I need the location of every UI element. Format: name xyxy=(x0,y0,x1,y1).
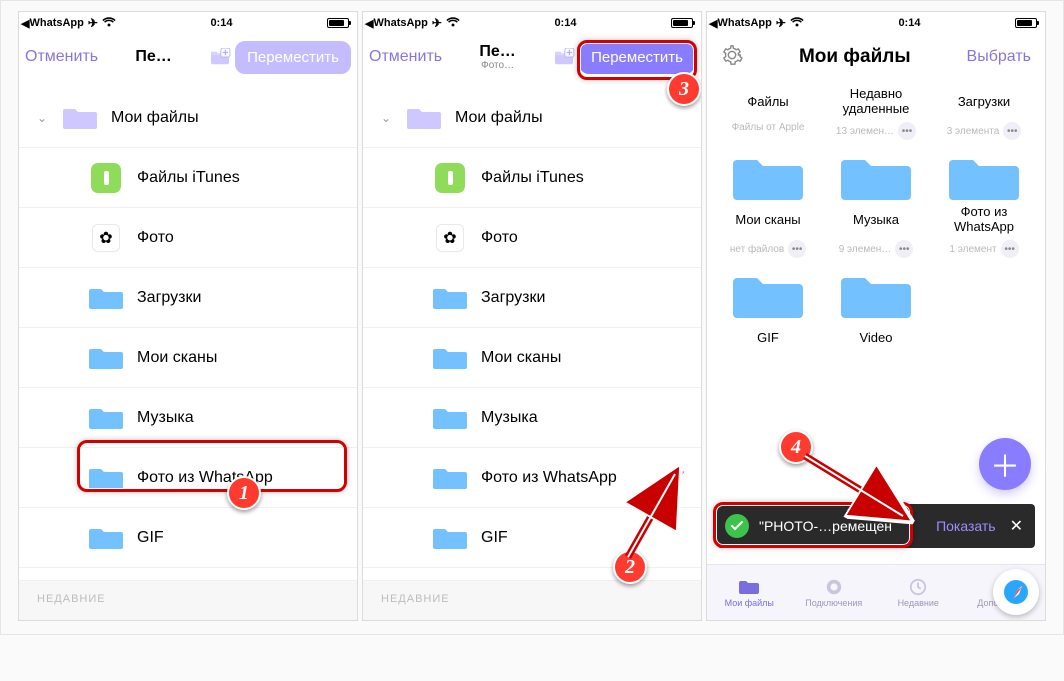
grid-card-whatsapp-photo[interactable]: Фото из WhatsApp 1 элемент••• xyxy=(933,146,1035,258)
folder-row-photo[interactable]: ✿ Фото xyxy=(363,208,701,268)
tab-my-files[interactable]: Мои файлы xyxy=(707,565,792,620)
folder-row-itunes[interactable]: Файлы iTunes xyxy=(19,148,357,208)
itunes-icon xyxy=(435,163,465,193)
status-bar: ◀WhatsApp ✈ 0:14 xyxy=(19,12,357,32)
toast-show-button[interactable]: Показать xyxy=(936,518,996,534)
folder-row-gif[interactable]: GIF xyxy=(19,508,357,568)
airplane-icon: ✈ xyxy=(776,16,786,30)
toast-message: "PHOTO-…ремещен xyxy=(759,518,926,534)
root-folder-row[interactable]: ⌄ Мои файлы xyxy=(363,88,701,148)
folder-row-whatsapp-photo[interactable]: Фото из WhatsApp xyxy=(19,448,357,508)
grid-card-recently-deleted[interactable]: Недавно удаленные 13 элемен…••• xyxy=(825,82,927,140)
grid-card-gif[interactable]: GIF xyxy=(717,264,819,354)
battery-icon xyxy=(327,18,349,28)
plus-icon: ＋ xyxy=(990,442,1020,486)
wifi-icon xyxy=(824,578,844,596)
folder-tree: ⌄ Мои файлы Файлы iTunes ✿ Фото Загрузки… xyxy=(19,82,357,580)
photos-icon: ✿ xyxy=(92,224,120,252)
chevron-down-icon: ⌄ xyxy=(381,111,393,125)
toolbar: Отменить Пе… Фото… Переместить xyxy=(363,32,701,82)
success-icon xyxy=(725,514,749,538)
folder-row-whatsapp-photo[interactable]: Фото из WhatsApp ✓ xyxy=(363,448,701,508)
screen-3: ◀WhatsApp ✈ 0:14 Мои файлы Выбрать Файлы… xyxy=(706,11,1046,621)
tab-recent[interactable]: Недавние xyxy=(876,565,961,620)
move-button[interactable]: Переместить xyxy=(235,41,351,74)
back-to-app[interactable]: ◀WhatsApp xyxy=(21,17,84,30)
itunes-icon xyxy=(91,163,121,193)
airplane-icon: ✈ xyxy=(88,16,98,30)
check-icon: ✓ xyxy=(672,467,687,488)
cancel-button[interactable]: Отменить xyxy=(369,48,442,66)
tab-connections[interactable]: Подключения xyxy=(792,565,877,620)
back-to-app[interactable]: ◀WhatsApp xyxy=(709,17,772,30)
folder-tree: ⌄ Мои файлы Файлы iTunes ✿ Фото Загрузки… xyxy=(363,82,701,580)
folder-row-downloads[interactable]: Загрузки xyxy=(19,268,357,328)
airplane-icon: ✈ xyxy=(432,16,442,30)
folder-row-gif[interactable]: GIF xyxy=(363,508,701,568)
page-title: Мои файлы xyxy=(799,46,911,68)
recent-section-header: НЕДАВНИЕ xyxy=(363,580,701,620)
root-folder-row[interactable]: ⌄ Мои файлы xyxy=(19,88,357,148)
more-icon[interactable]: ••• xyxy=(1003,122,1021,140)
folder-row-itunes[interactable]: Файлы iTunes xyxy=(363,148,701,208)
grid-card-scans[interactable]: Мои сканы нет файлов••• xyxy=(717,146,819,258)
folder-row-music[interactable]: Музыка xyxy=(19,388,357,448)
more-icon[interactable]: ••• xyxy=(788,240,806,258)
back-to-app[interactable]: ◀WhatsApp xyxy=(365,17,428,30)
more-icon[interactable]: ••• xyxy=(1001,240,1019,258)
title: Пе… xyxy=(102,48,205,66)
wifi-icon xyxy=(446,16,460,30)
status-bar: ◀WhatsApp ✈ 0:14 xyxy=(363,12,701,32)
folder-grid: Файлы Файлы от Apple Недавно удаленные 1… xyxy=(707,82,1045,354)
grid-card-video[interactable]: Video xyxy=(825,264,927,354)
recent-section-header: НЕДАВНИЕ xyxy=(19,580,357,620)
folder-row-downloads[interactable]: Загрузки xyxy=(363,268,701,328)
status-time: 0:14 xyxy=(210,17,232,29)
title: Пе… Фото… xyxy=(446,43,549,72)
folder-row-scans[interactable]: Мои сканы xyxy=(19,328,357,388)
compass-icon xyxy=(1002,578,1030,606)
browser-button[interactable] xyxy=(993,569,1039,615)
folder-row-scans[interactable]: Мои сканы xyxy=(363,328,701,388)
status-time: 0:14 xyxy=(554,17,576,29)
settings-button[interactable] xyxy=(721,44,743,71)
grid-card-files[interactable]: Файлы Файлы от Apple xyxy=(717,82,819,140)
toast-close-button[interactable]: ✕ xyxy=(1006,516,1027,536)
chevron-down-icon: ⌄ xyxy=(37,111,49,125)
add-button[interactable]: ＋ xyxy=(979,438,1031,490)
more-icon[interactable]: ••• xyxy=(898,122,916,140)
photos-icon: ✿ xyxy=(436,224,464,252)
wifi-icon xyxy=(790,16,804,30)
gear-icon xyxy=(721,44,743,66)
folder-row-photo[interactable]: ✿ Фото xyxy=(19,208,357,268)
toast: "PHOTO-…ремещен Показать ✕ xyxy=(717,504,1035,548)
select-button[interactable]: Выбрать xyxy=(967,48,1031,66)
screen-2: ◀WhatsApp ✈ 0:14 Отменить Пе… Фото… Пере… xyxy=(362,11,702,621)
toolbar: Отменить Пе… Переместить xyxy=(19,32,357,82)
grid-card-downloads[interactable]: Загрузки 3 элемента••• xyxy=(933,82,1035,140)
toolbar: Мои файлы Выбрать xyxy=(707,32,1045,82)
more-icon[interactable]: ••• xyxy=(895,240,913,258)
folder-row-music[interactable]: Музыка xyxy=(363,388,701,448)
folder-icon xyxy=(739,578,759,596)
tab-bar: Мои файлы Подключения Недавние Дополнени… xyxy=(707,564,1045,620)
grid-card-music[interactable]: Музыка 9 элемен…••• xyxy=(825,146,927,258)
battery-icon xyxy=(1015,18,1037,28)
status-bar: ◀WhatsApp ✈ 0:14 xyxy=(707,12,1045,32)
screen-1: ◀WhatsApp ✈ 0:14 Отменить Пе… Переместит… xyxy=(18,11,358,621)
battery-icon xyxy=(671,18,693,28)
wifi-icon xyxy=(102,16,116,30)
new-folder-icon[interactable] xyxy=(553,48,575,66)
clock-icon xyxy=(908,578,928,596)
cancel-button[interactable]: Отменить xyxy=(25,48,98,66)
move-button[interactable]: Переместить xyxy=(579,41,695,74)
status-time: 0:14 xyxy=(898,17,920,29)
new-folder-icon[interactable] xyxy=(209,48,231,66)
